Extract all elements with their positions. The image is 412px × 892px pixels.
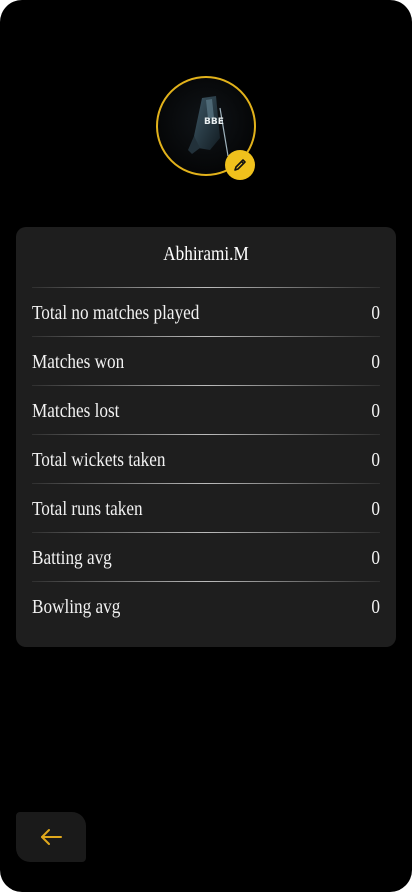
pencil-icon: [234, 159, 246, 171]
divider: [32, 532, 380, 533]
divider: [32, 483, 380, 484]
divider: [32, 434, 380, 435]
stats-card: Abhirami.M Total no matches played 0 Mat…: [16, 227, 396, 647]
stat-row-wickets-taken: Total wickets taken 0: [32, 436, 380, 484]
stat-row-batting-avg: Batting avg 0: [32, 534, 380, 582]
stat-label: Total runs taken: [32, 497, 143, 520]
divider: [32, 336, 380, 337]
player-name: Abhirami.M: [163, 243, 249, 265]
avatar-container: BBE: [156, 76, 256, 180]
stat-row-bowling-avg: Bowling avg 0: [32, 583, 380, 631]
stat-label: Batting avg: [32, 546, 112, 569]
divider: [32, 287, 380, 288]
stat-value: 0: [371, 350, 380, 373]
stat-value: 0: [371, 497, 380, 520]
edit-avatar-button[interactable]: [225, 150, 255, 180]
stat-row-matches-lost: Matches lost 0: [32, 387, 380, 435]
stat-label: Total wickets taken: [32, 448, 166, 471]
stat-value: 0: [371, 595, 380, 618]
stat-value: 0: [371, 546, 380, 569]
stat-value: 0: [371, 399, 380, 422]
stat-row-matches-won: Matches won 0: [32, 338, 380, 386]
stat-value: 0: [371, 448, 380, 471]
arrow-left-icon: [41, 829, 62, 845]
stat-label: Total no matches played: [32, 301, 200, 324]
stat-label: Matches lost: [32, 399, 120, 422]
svg-text:BBE: BBE: [204, 117, 224, 127]
divider: [32, 581, 380, 582]
profile-screen: BBE Abhirami.M Total no matches played 0…: [0, 0, 412, 892]
divider: [32, 385, 380, 386]
stat-value: 0: [371, 301, 380, 324]
stat-label: Matches won: [32, 350, 125, 373]
stat-label: Bowling avg: [32, 595, 121, 618]
stat-row-runs-taken: Total runs taken 0: [32, 485, 380, 533]
back-button[interactable]: [16, 812, 86, 862]
stat-row-matches-played: Total no matches played 0: [32, 289, 380, 337]
